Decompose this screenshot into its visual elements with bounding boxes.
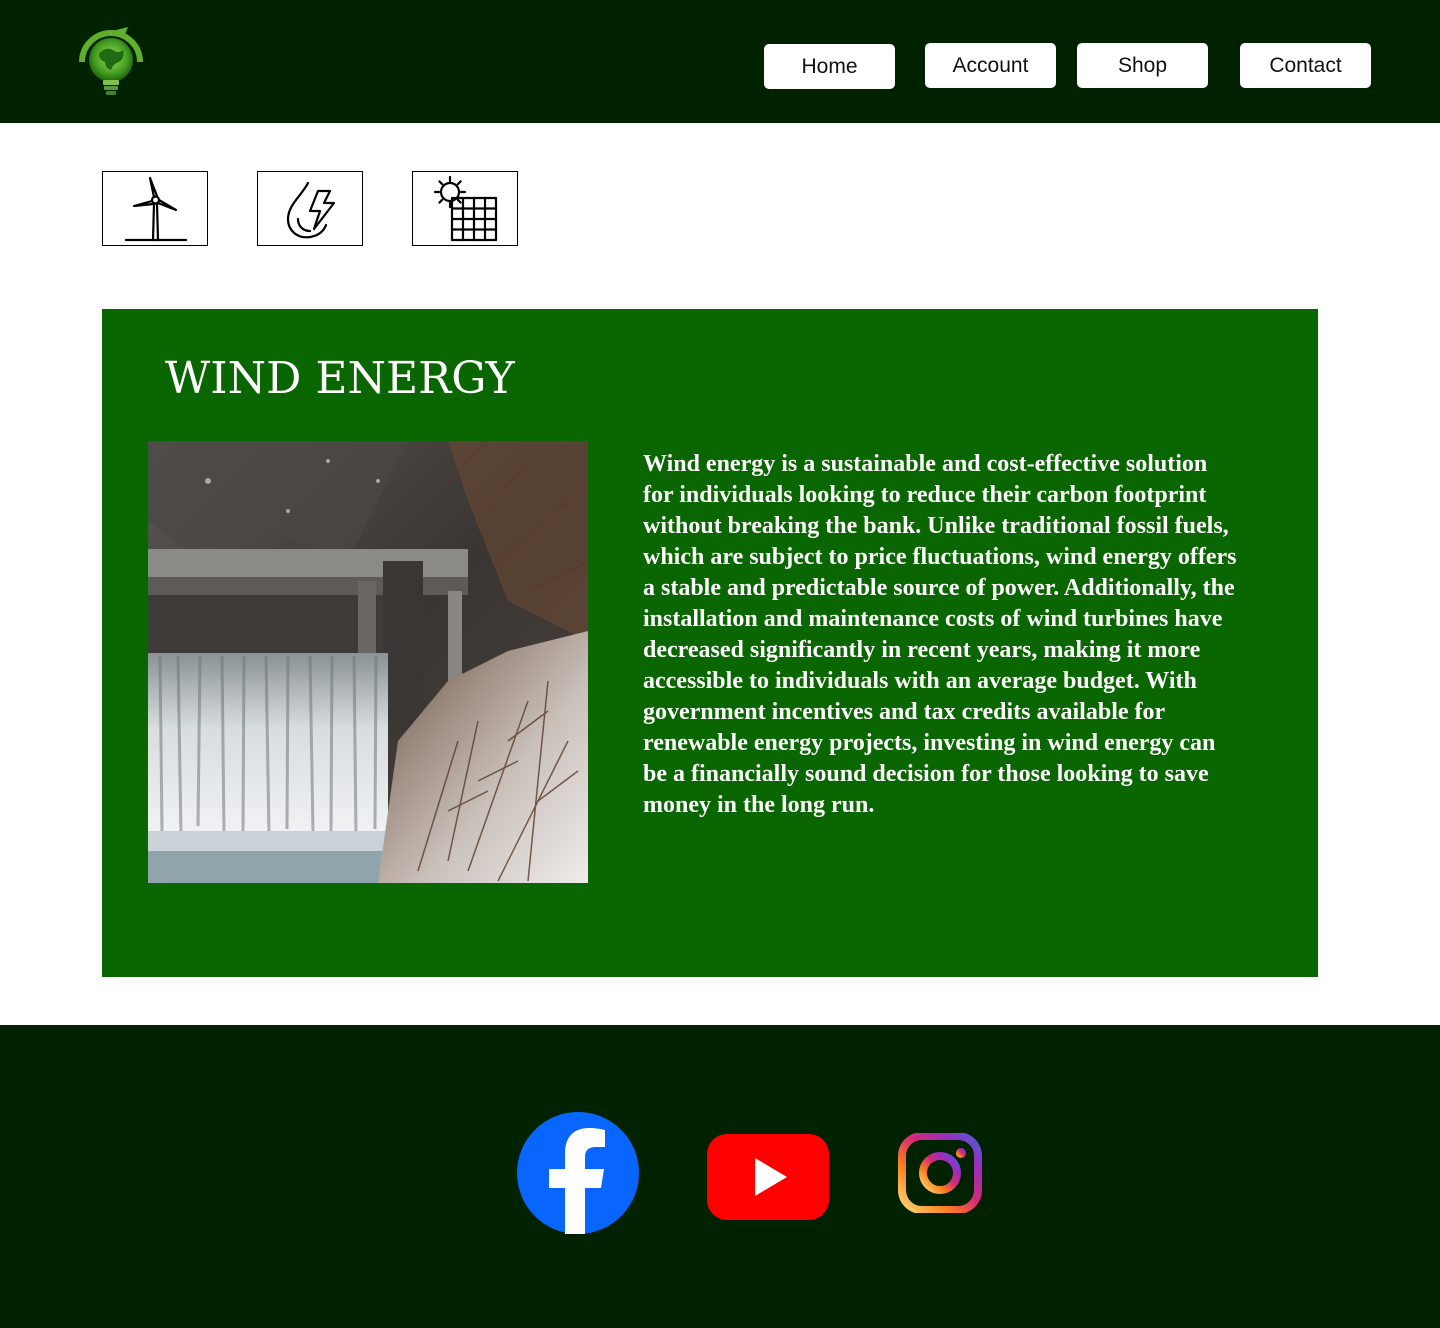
solar-energy-tile[interactable]	[412, 171, 518, 246]
nav-home-button[interactable]: Home	[764, 44, 895, 89]
site-footer	[0, 1025, 1440, 1328]
wind-turbine-icon	[124, 176, 188, 241]
lightbulb-globe-logo-icon[interactable]	[72, 24, 150, 100]
article-title: WIND ENERGY	[165, 353, 515, 404]
article-panel: WIND ENERGY Wind energy is a sustainable…	[102, 309, 1318, 977]
hydro-energy-tile[interactable]	[257, 171, 363, 246]
nav-shop-button[interactable]: Shop	[1077, 43, 1208, 88]
nav-contact-button[interactable]: Contact	[1240, 43, 1371, 88]
solar-panel-sun-icon	[433, 175, 498, 241]
waterfall-dam-photo	[148, 441, 588, 883]
facebook-icon[interactable]	[517, 1112, 639, 1234]
nav-account-button[interactable]: Account	[925, 43, 1056, 88]
water-drop-lightning-icon	[286, 181, 336, 238]
wind-energy-tile[interactable]	[102, 171, 208, 246]
instagram-icon[interactable]	[897, 1132, 983, 1214]
site-header: Home Account Shop Contact	[0, 0, 1440, 123]
article-body: Wind energy is a sustainable and cost-ef…	[643, 451, 1237, 818]
youtube-icon[interactable]	[707, 1134, 829, 1220]
